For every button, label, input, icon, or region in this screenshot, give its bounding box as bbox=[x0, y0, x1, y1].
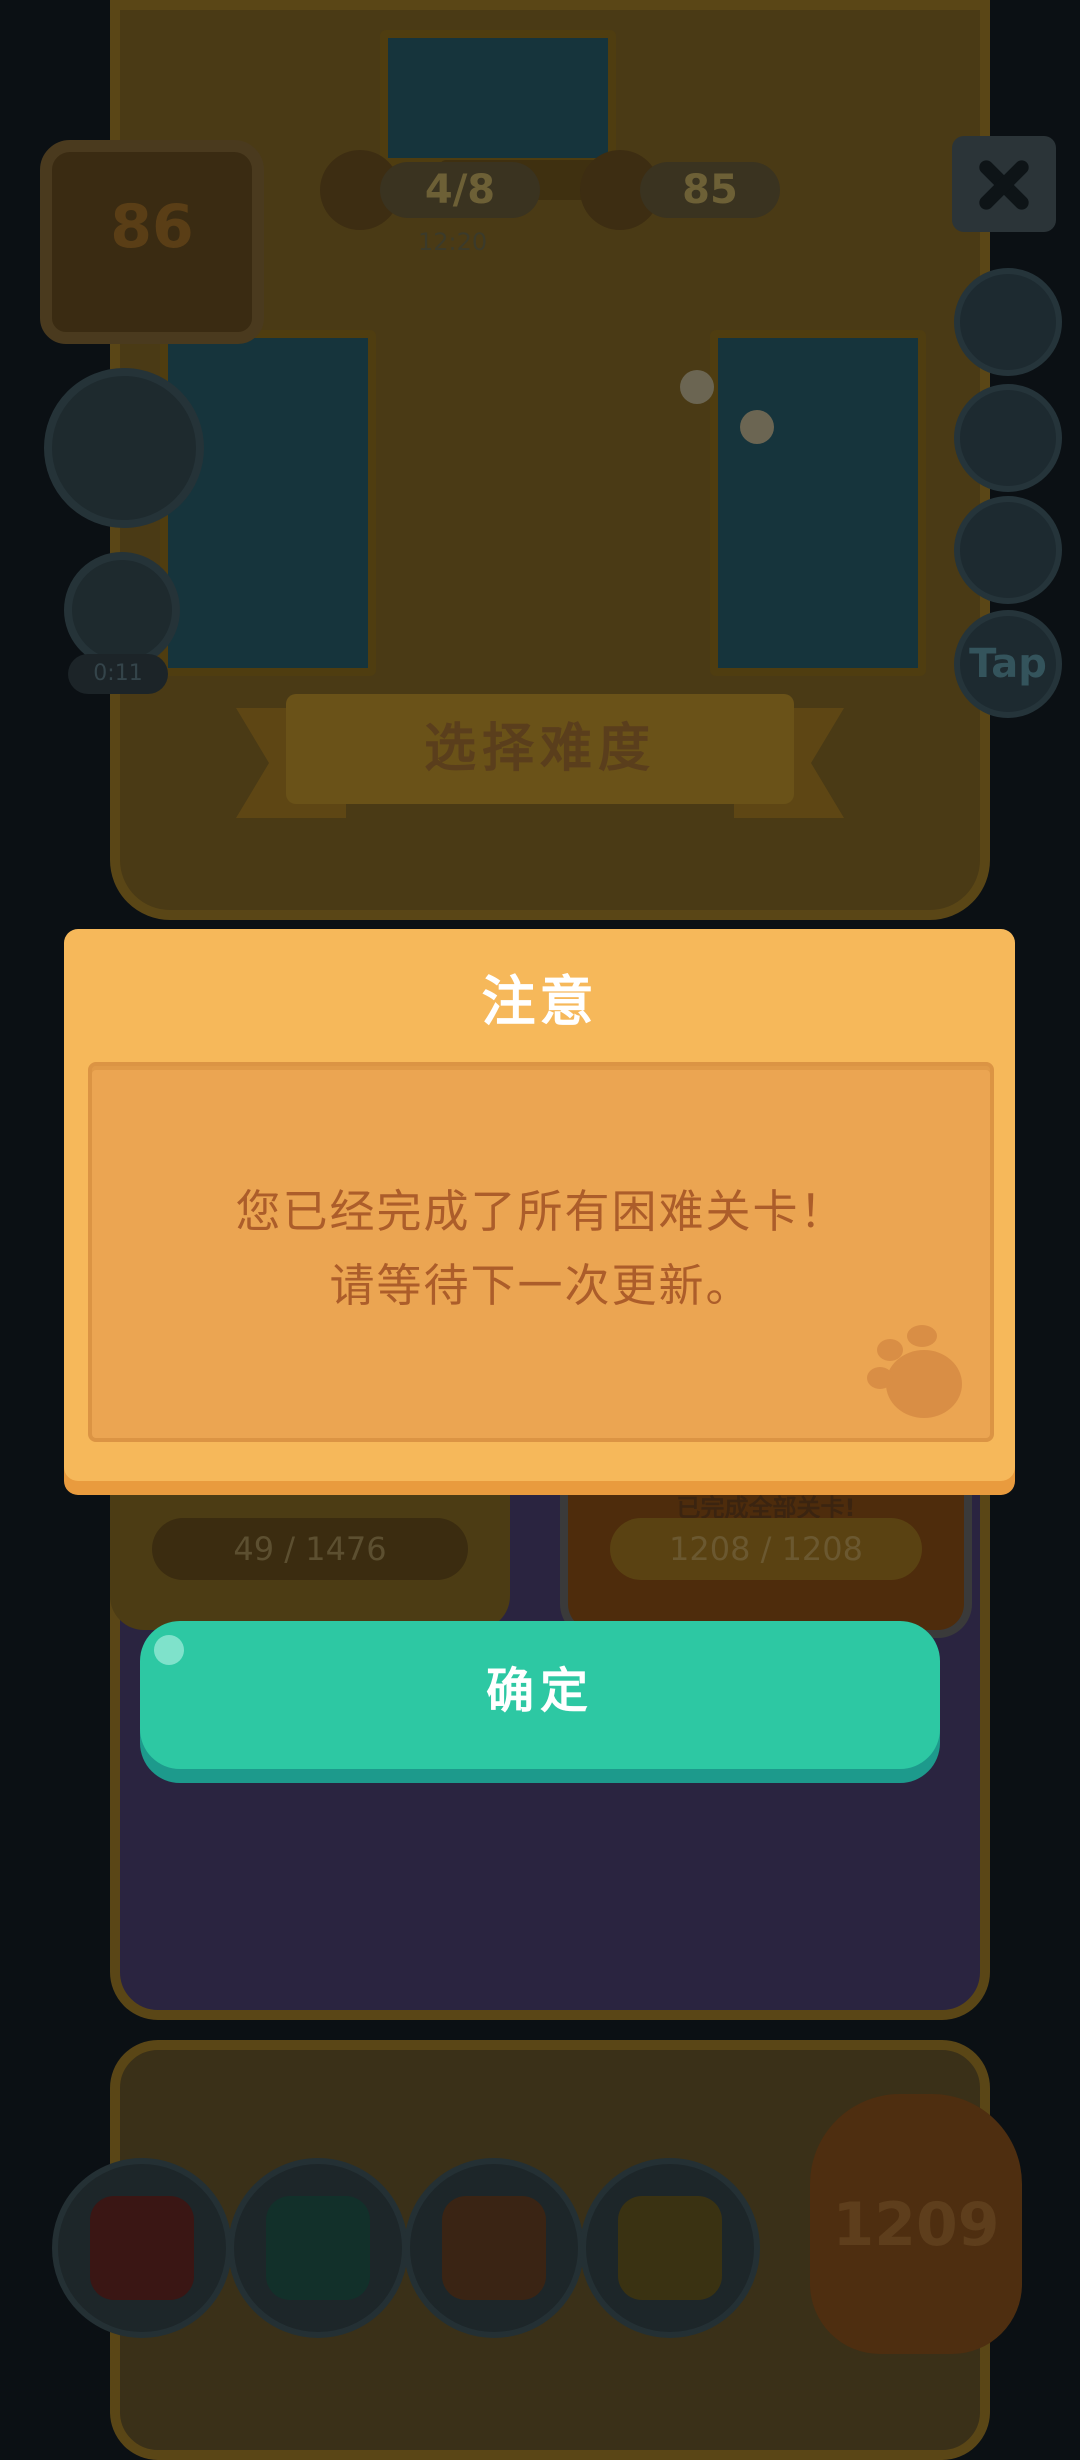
gift-timer: 0:11 bbox=[68, 654, 168, 694]
coin-count: 85 bbox=[640, 162, 780, 218]
normal-progress: 49 / 1476 bbox=[152, 1518, 468, 1580]
picture-tool-button[interactable] bbox=[404, 2158, 584, 2338]
settings-icon[interactable] bbox=[954, 268, 1062, 376]
notice-dialog: 注意 您已经完成了所有困难关卡！ 请等待下一次更新。 bbox=[64, 929, 1015, 1481]
picture-icon bbox=[442, 2196, 546, 2300]
dialog-message-line2: 请等待下一次更新。 bbox=[329, 1259, 753, 1312]
dialog-message: 您已经完成了所有困难关卡！ 请等待下一次更新。 bbox=[92, 1175, 990, 1323]
cushion-icon bbox=[90, 2196, 194, 2300]
food-icon[interactable] bbox=[954, 384, 1062, 492]
book-icon bbox=[266, 2196, 370, 2300]
confirm-button[interactable]: 确定 bbox=[140, 1621, 940, 1769]
album-icon[interactable] bbox=[44, 368, 204, 528]
hard-progress: 1208 / 1208 bbox=[610, 1518, 922, 1580]
room-window bbox=[160, 330, 376, 676]
task-timer: 12:20 bbox=[418, 228, 488, 256]
house-level-badge[interactable]: 86 bbox=[40, 140, 264, 344]
paw-icon bbox=[867, 1325, 962, 1418]
mushroom-icon[interactable] bbox=[954, 496, 1062, 604]
lamp-tool-button[interactable] bbox=[580, 2158, 760, 2338]
furniture-tool-button[interactable] bbox=[52, 2158, 232, 2338]
button-shine bbox=[154, 1635, 184, 1665]
current-level-number: 1209 bbox=[832, 2190, 1000, 2260]
dialog-message-panel: 您已经完成了所有困难关卡！ 请等待下一次更新。 bbox=[88, 1062, 994, 1442]
dialog-title: 注意 bbox=[481, 970, 598, 1033]
difficulty-banner-title: 选择难度 bbox=[286, 694, 794, 804]
task-progress: 4/8 bbox=[380, 162, 540, 218]
gift-icon[interactable] bbox=[64, 552, 180, 668]
dialog-message-line1: 您已经完成了所有困难关卡！ bbox=[235, 1185, 847, 1238]
close-icon[interactable] bbox=[952, 136, 1056, 232]
room-window bbox=[710, 330, 926, 676]
lamp bbox=[740, 410, 774, 444]
confirm-button-label: 确定 bbox=[485, 1663, 594, 1719]
lamp bbox=[680, 370, 714, 404]
lamp-icon bbox=[618, 2196, 722, 2300]
room-window bbox=[380, 30, 616, 166]
book-tool-button[interactable] bbox=[228, 2158, 408, 2338]
house-level-number: 86 bbox=[110, 192, 194, 262]
play-level-button[interactable]: 1209 bbox=[810, 2094, 1022, 2354]
tap-button[interactable]: Tap bbox=[954, 610, 1062, 718]
